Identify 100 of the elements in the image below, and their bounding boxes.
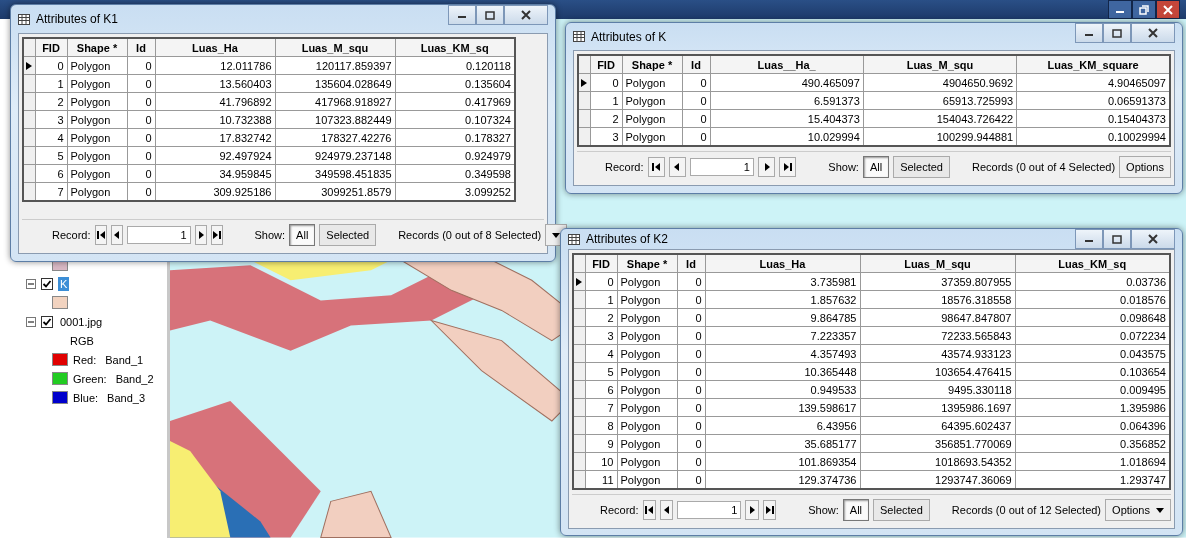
next-record-button[interactable] bbox=[194, 225, 207, 245]
maximize-button[interactable] bbox=[1103, 229, 1131, 249]
column-header[interactable]: Luas_M_squ bbox=[860, 254, 1015, 273]
records-count: Records (0 out of 8 Selected) bbox=[398, 229, 542, 241]
prev-record-button[interactable] bbox=[659, 500, 674, 520]
table-cell: 6.43956 bbox=[705, 416, 860, 435]
next-record-button[interactable] bbox=[745, 500, 759, 520]
table-cell: 34.959845 bbox=[155, 164, 275, 183]
checkbox-icon bbox=[41, 315, 53, 328]
minimize-button[interactable] bbox=[1108, 0, 1132, 19]
row-selector[interactable] bbox=[23, 146, 35, 165]
column-header[interactable]: Luas__Ha_ bbox=[710, 55, 864, 74]
row-selector[interactable] bbox=[573, 272, 585, 291]
table-cell: Polygon bbox=[617, 344, 677, 363]
last-record-button[interactable] bbox=[762, 500, 777, 520]
prev-record-button[interactable] bbox=[668, 157, 686, 177]
row-selector[interactable] bbox=[573, 290, 585, 309]
row-selector[interactable] bbox=[23, 128, 35, 147]
row-selector[interactable] bbox=[23, 182, 35, 201]
table-cell: 7 bbox=[585, 398, 617, 417]
last-record-button[interactable] bbox=[210, 225, 223, 245]
prev-record-button[interactable] bbox=[110, 225, 123, 245]
minimize-button[interactable] bbox=[1075, 229, 1103, 249]
column-header[interactable]: FID bbox=[585, 254, 617, 273]
row-selector[interactable] bbox=[573, 308, 585, 327]
table-cell: 4904650.9692 bbox=[863, 73, 1017, 92]
column-header[interactable]: Id bbox=[677, 254, 705, 273]
table-cell: Polygon bbox=[617, 272, 677, 291]
close-button[interactable] bbox=[1131, 229, 1175, 249]
restore-button[interactable] bbox=[1132, 0, 1156, 19]
column-header[interactable]: Id bbox=[682, 55, 710, 74]
row-selector[interactable] bbox=[578, 127, 590, 146]
table-cell: Polygon bbox=[617, 380, 677, 399]
column-header[interactable]: Luas_Ha bbox=[155, 38, 275, 57]
close-button[interactable] bbox=[504, 5, 548, 25]
table-cell: 101.869354 bbox=[705, 452, 860, 471]
show-toggle[interactable]: Selected bbox=[893, 156, 950, 178]
options-button[interactable]: Options bbox=[1119, 156, 1171, 178]
table-cell: 0 bbox=[677, 362, 705, 381]
column-header[interactable]: Luas_KM_sq bbox=[1015, 254, 1170, 273]
table-cell: Polygon bbox=[67, 110, 127, 129]
table-cell: 1.857632 bbox=[705, 290, 860, 309]
show-toggle[interactable]: All bbox=[842, 499, 870, 521]
maximize-button[interactable] bbox=[476, 5, 504, 25]
row-selector[interactable] bbox=[573, 362, 585, 381]
row-selector[interactable] bbox=[573, 470, 585, 489]
first-record-button[interactable] bbox=[94, 225, 107, 245]
row-selector[interactable] bbox=[23, 56, 35, 75]
show-toggle[interactable]: All bbox=[862, 156, 890, 178]
row-selector[interactable] bbox=[23, 110, 35, 129]
row-selector[interactable] bbox=[23, 74, 35, 93]
row-selector[interactable] bbox=[573, 380, 585, 399]
minimize-button[interactable] bbox=[448, 5, 476, 25]
next-record-button[interactable] bbox=[757, 157, 776, 177]
row-selector[interactable] bbox=[573, 434, 585, 453]
close-button[interactable] bbox=[1156, 0, 1180, 19]
first-record-button[interactable] bbox=[647, 157, 665, 177]
show-toggle[interactable]: Selected bbox=[873, 499, 930, 521]
row-selector[interactable] bbox=[578, 109, 590, 128]
row-selector[interactable] bbox=[578, 73, 590, 92]
column-header[interactable]: Shape * bbox=[622, 55, 682, 74]
last-record-icon bbox=[764, 505, 775, 515]
layer-name[interactable]: 0001.jpg bbox=[58, 314, 105, 329]
options-button[interactable]: Options bbox=[1105, 499, 1171, 521]
table-cell: 37359.807955 bbox=[860, 272, 1015, 291]
table-cell: 349598.451835 bbox=[275, 164, 395, 183]
row-selector[interactable] bbox=[573, 416, 585, 435]
row-selector[interactable] bbox=[573, 398, 585, 417]
column-header[interactable]: Luas_KM_square bbox=[1016, 55, 1170, 74]
column-header[interactable]: Luas_M_squ bbox=[863, 55, 1017, 74]
last-record-button[interactable] bbox=[779, 157, 797, 177]
row-selector[interactable] bbox=[23, 92, 35, 111]
maximize-button[interactable] bbox=[1103, 23, 1131, 43]
show-toggle[interactable]: All bbox=[289, 224, 316, 246]
column-header[interactable]: Luas_KM_sq bbox=[395, 38, 515, 57]
band-name: Band_3 bbox=[107, 391, 145, 404]
column-header[interactable]: Luas_Ha bbox=[705, 254, 860, 273]
current-row-icon bbox=[576, 277, 583, 286]
row-selector[interactable] bbox=[573, 326, 585, 345]
table-cell: 1 bbox=[590, 91, 622, 110]
table-cell: 41.796892 bbox=[155, 92, 275, 111]
row-selector[interactable] bbox=[573, 344, 585, 363]
row-selector[interactable] bbox=[578, 91, 590, 110]
column-header[interactable]: FID bbox=[590, 55, 622, 74]
column-header[interactable]: Luas_M_squ bbox=[275, 38, 395, 57]
minimize-button[interactable] bbox=[1075, 23, 1103, 43]
column-header[interactable]: FID bbox=[35, 38, 67, 57]
first-record-button[interactable] bbox=[642, 500, 656, 520]
show-toggle[interactable]: Selected bbox=[319, 224, 377, 246]
record-field[interactable]: 1 bbox=[689, 158, 754, 176]
collapse-icon bbox=[26, 316, 36, 327]
column-header[interactable]: Shape * bbox=[67, 38, 127, 57]
record-field[interactable]: 1 bbox=[677, 501, 742, 519]
column-header[interactable]: Id bbox=[127, 38, 155, 57]
row-selector[interactable] bbox=[23, 164, 35, 183]
column-header[interactable]: Shape * bbox=[617, 254, 677, 273]
table-cell: 1018693.54352 bbox=[860, 452, 1015, 471]
row-selector[interactable] bbox=[573, 452, 585, 471]
close-button[interactable] bbox=[1131, 23, 1175, 43]
record-field[interactable]: 1 bbox=[126, 226, 191, 244]
